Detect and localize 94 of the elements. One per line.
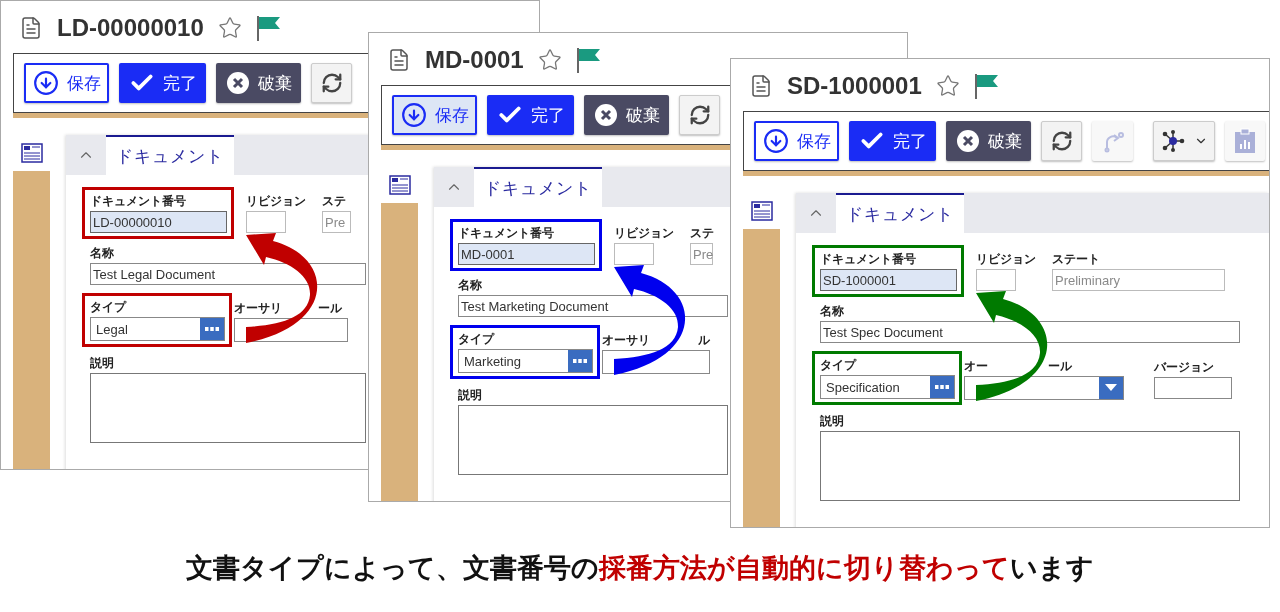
field-label: オーサリ: [602, 332, 650, 348]
field-label: ステ: [322, 193, 346, 209]
field-label: タイプ: [458, 331, 494, 347]
document-icon: [387, 48, 411, 72]
more-button[interactable]: [930, 376, 954, 398]
field-label: リビジョン: [614, 225, 674, 241]
star-icon[interactable]: [935, 74, 960, 98]
refresh-icon: [688, 104, 711, 126]
network-icon: [1160, 128, 1186, 154]
discard-button[interactable]: 破棄: [584, 95, 669, 135]
type-field[interactable]: Specification: [820, 375, 955, 399]
number-field[interactable]: SD-1000001: [820, 269, 957, 291]
document-icon: [19, 16, 43, 40]
more-icon: [935, 385, 949, 389]
field-label: ール: [318, 300, 342, 316]
form-icon[interactable]: [388, 175, 411, 195]
description-field[interactable]: [90, 373, 366, 443]
save-button[interactable]: 保存: [392, 95, 477, 135]
field-label: ル: [698, 332, 710, 348]
caret-down-icon: [1105, 384, 1117, 392]
field-label: ール: [1048, 358, 1072, 374]
field-label: ドキュメント番号: [90, 193, 186, 209]
state-field[interactable]: Pre: [322, 211, 351, 233]
field-label: 名称: [820, 303, 844, 319]
field-label: ステ: [690, 225, 714, 241]
type-field[interactable]: Marketing: [458, 349, 593, 373]
field-label: タイプ: [90, 299, 126, 315]
discard-button[interactable]: 破棄: [216, 63, 301, 103]
field-label: オー: [964, 358, 988, 374]
more-button[interactable]: [200, 318, 224, 340]
field-label: オーサリ: [234, 300, 282, 316]
close-circle-icon: [225, 71, 250, 95]
description-field[interactable]: [458, 405, 728, 475]
description-field[interactable]: [820, 431, 1240, 501]
refresh-button[interactable]: [679, 95, 720, 135]
document-icon: [749, 74, 773, 98]
clipboard-chart-icon: [1234, 128, 1256, 154]
star-icon[interactable]: [217, 16, 242, 40]
window-title: LD-00000010: [57, 14, 204, 42]
field-label: 名称: [90, 245, 114, 261]
download-icon: [400, 102, 427, 128]
more-button[interactable]: [568, 350, 592, 372]
name-field[interactable]: Test Legal Document: [90, 263, 366, 285]
more-icon: [573, 359, 587, 363]
window-title: SD-1000001: [787, 72, 922, 100]
name-field[interactable]: Test Spec Document: [820, 321, 1240, 343]
field-label: リビジョン: [246, 193, 306, 209]
download-icon: [762, 128, 789, 154]
state-field[interactable]: Preliminary: [1052, 269, 1225, 291]
version-field[interactable]: [1154, 377, 1232, 399]
refresh-icon: [1050, 130, 1073, 152]
field-label: バージョン: [1154, 359, 1214, 375]
flag-icon[interactable]: [973, 73, 1000, 99]
network-button[interactable]: [1153, 121, 1215, 161]
discard-button[interactable]: 破棄: [946, 121, 1031, 161]
download-icon: [32, 70, 59, 96]
caption: 文書タイプによって、文書番号の採番方法が自動的に切り替わっています: [185, 552, 1095, 585]
field-label: ドキュメント番号: [820, 251, 916, 267]
close-circle-icon: [593, 103, 618, 127]
dropdown-button[interactable]: [1099, 377, 1123, 399]
form-icon[interactable]: [750, 201, 773, 221]
section-tab[interactable]: ドキュメント: [106, 135, 234, 175]
name-field[interactable]: Test Marketing Document: [458, 295, 728, 317]
type-field[interactable]: Legal: [90, 317, 225, 341]
window-title: MD-0001: [425, 46, 524, 74]
complete-button[interactable]: 完了: [487, 95, 574, 135]
save-button[interactable]: 保存: [24, 63, 109, 103]
revision-field[interactable]: [976, 269, 1016, 291]
close-circle-icon: [955, 129, 980, 153]
field-label: 説明: [820, 413, 844, 429]
field-label: ドキュメント番号: [458, 225, 554, 241]
field-label: 説明: [458, 387, 482, 403]
field-label: タイプ: [820, 357, 856, 373]
section-tab[interactable]: ドキュメント: [474, 167, 602, 207]
complete-button[interactable]: 完了: [119, 63, 206, 103]
complete-button[interactable]: 完了: [849, 121, 936, 161]
field-label: リビジョン: [976, 251, 1036, 267]
flag-icon[interactable]: [255, 15, 282, 41]
field-label: 説明: [90, 355, 114, 371]
save-button[interactable]: 保存: [754, 121, 839, 161]
section-tab[interactable]: ドキュメント: [836, 193, 964, 233]
flag-icon[interactable]: [575, 47, 602, 73]
revision-field[interactable]: [246, 211, 286, 233]
field-label: ステート: [1052, 251, 1100, 267]
form-icon[interactable]: [20, 143, 43, 163]
refresh-button[interactable]: [311, 63, 352, 103]
more-icon: [205, 327, 219, 331]
revision-field[interactable]: [614, 243, 654, 265]
refresh-button[interactable]: [1041, 121, 1082, 161]
refresh-icon: [320, 72, 343, 94]
field-label: 名称: [458, 277, 482, 293]
star-icon[interactable]: [537, 48, 562, 72]
number-field[interactable]: MD-0001: [458, 243, 595, 265]
number-field[interactable]: LD-00000010: [90, 211, 227, 233]
